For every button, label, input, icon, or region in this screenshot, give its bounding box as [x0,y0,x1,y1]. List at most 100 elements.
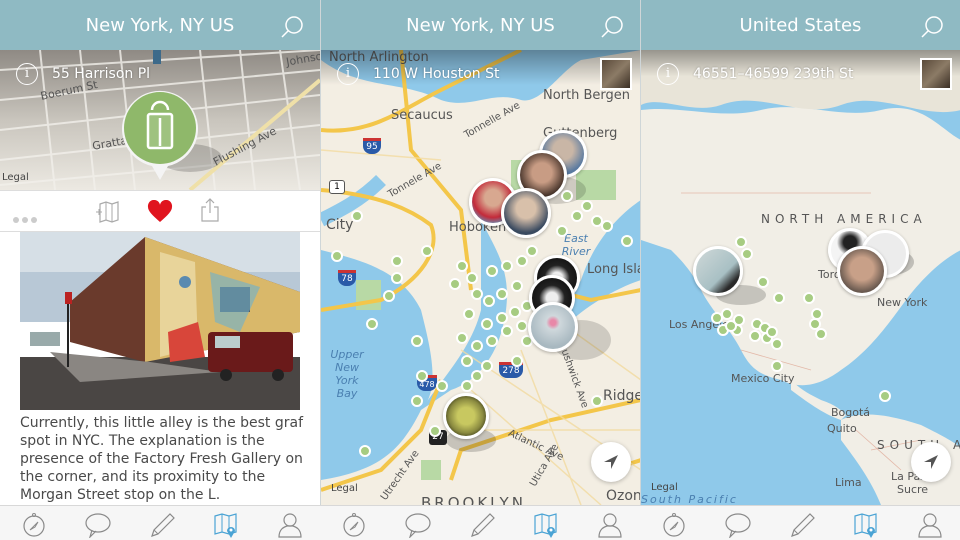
place-marker-dot[interactable] [556,225,568,237]
place-marker-dot[interactable] [757,276,769,288]
place-marker-dot[interactable] [481,360,493,372]
place-marker-dot[interactable] [526,245,538,257]
address-bar[interactable]: i 46551–46599 239th St [657,62,920,86]
address-bar[interactable]: i 55 Harrison Pl [16,62,280,86]
place-marker-dot[interactable] [429,425,441,437]
place-marker-dot[interactable] [879,390,891,402]
place-marker-dot[interactable] [741,248,753,260]
place-marker-dot[interactable] [621,235,633,247]
place-marker-dot[interactable] [471,288,483,300]
search-icon[interactable] [280,15,304,39]
tab-me[interactable] [916,512,944,538]
place-marker-dot[interactable] [436,380,448,392]
place-marker-dot[interactable] [456,260,468,272]
place-photo-pin[interactable] [443,393,489,439]
tab-create[interactable] [788,512,816,538]
place-marker-dot[interactable] [601,220,613,232]
place-marker-dot[interactable] [366,318,378,330]
legal-link[interactable]: Legal [651,482,678,493]
place-marker-dot[interactable] [456,332,468,344]
place-marker-dot[interactable] [766,326,778,338]
place-marker-dot[interactable] [471,370,483,382]
map-view[interactable]: NORTH AMERICA Toronto New York Los Angel… [641,50,960,505]
place-marker-dot[interactable] [463,308,475,320]
tab-activity[interactable] [84,512,112,540]
place-marker-dot[interactable] [735,236,747,248]
place-marker-dot[interactable] [516,255,528,267]
place-marker-dot[interactable] [461,355,473,367]
place-marker-dot[interactable] [725,320,737,332]
place-marker-dot[interactable] [466,272,478,284]
current-user-thumbnail[interactable] [920,58,952,90]
place-marker-dot[interactable] [591,395,603,407]
share-icon[interactable] [200,197,220,227]
tab-discover[interactable] [340,512,368,538]
place-marker-dot[interactable] [773,292,785,304]
place-marker-dot[interactable] [501,325,513,337]
place-marker-dot[interactable] [496,312,508,324]
place-marker-dot[interactable] [511,355,523,367]
tab-map[interactable] [532,512,560,538]
legal-link[interactable]: Legal [2,172,29,183]
place-marker-dot[interactable] [391,272,403,284]
place-marker-dot[interactable] [815,328,827,340]
locate-me-button[interactable] [911,442,951,482]
info-icon[interactable]: i [657,63,679,85]
tab-create[interactable] [468,512,496,538]
place-marker-dot[interactable] [561,190,573,202]
add-to-map-icon[interactable] [96,200,122,228]
place-marker-dot[interactable] [496,288,508,300]
place-marker-dot[interactable] [411,395,423,407]
user-avatar-pin[interactable] [837,246,887,296]
tab-activity[interactable] [724,512,752,540]
place-marker-dot[interactable] [803,292,815,304]
legal-link[interactable]: Legal [331,483,358,494]
place-marker-dot[interactable] [351,210,363,222]
place-pin[interactable] [118,88,202,184]
place-marker-dot[interactable] [511,280,523,292]
place-marker-dot[interactable] [486,335,498,347]
info-icon[interactable]: i [16,63,38,85]
place-marker-dot[interactable] [359,445,371,457]
address-bar[interactable]: i 110 W Houston St [337,62,600,86]
info-icon[interactable]: i [337,63,359,85]
tab-discover[interactable] [660,512,688,538]
place-marker-dot[interactable] [483,295,495,307]
place-marker-dot[interactable] [391,255,403,267]
more-options-icon[interactable] [12,209,40,228]
tab-create[interactable] [148,512,176,538]
current-user-thumbnail[interactable] [600,58,632,90]
place-marker-dot[interactable] [516,320,528,332]
locate-me-button[interactable] [591,442,631,482]
tab-map[interactable] [212,512,240,538]
place-marker-dot[interactable] [331,250,343,262]
search-icon[interactable] [600,15,624,39]
place-marker-dot[interactable] [461,380,473,392]
tab-me[interactable] [276,512,304,538]
place-photo[interactable] [20,232,300,410]
user-avatar-pin[interactable] [501,188,551,238]
place-marker-dot[interactable] [771,360,783,372]
place-marker-dot[interactable] [501,260,513,272]
heart-icon[interactable] [147,199,173,228]
place-marker-dot[interactable] [486,265,498,277]
map-view[interactable]: Boerum St Grattan St Flushing Ave Johnso… [0,50,320,190]
place-marker-dot[interactable] [383,290,395,302]
map-view[interactable]: North Arlington Secaucus North Bergen Gu… [321,50,640,505]
place-marker-dot[interactable] [471,340,483,352]
place-marker-dot[interactable] [481,318,493,330]
tab-map[interactable] [852,512,880,538]
place-marker-dot[interactable] [416,370,428,382]
place-marker-dot[interactable] [749,330,761,342]
tab-discover[interactable] [20,512,48,538]
tab-activity[interactable] [404,512,432,540]
place-marker-dot[interactable] [509,306,521,318]
place-marker-dot[interactable] [581,200,593,212]
user-avatar-pin[interactable] [693,246,743,296]
place-marker-dot[interactable] [571,210,583,222]
place-marker-dot[interactable] [421,245,433,257]
user-avatar-pin[interactable] [528,302,578,352]
place-marker-dot[interactable] [711,312,723,324]
search-icon[interactable] [920,15,944,39]
place-marker-dot[interactable] [771,338,783,350]
